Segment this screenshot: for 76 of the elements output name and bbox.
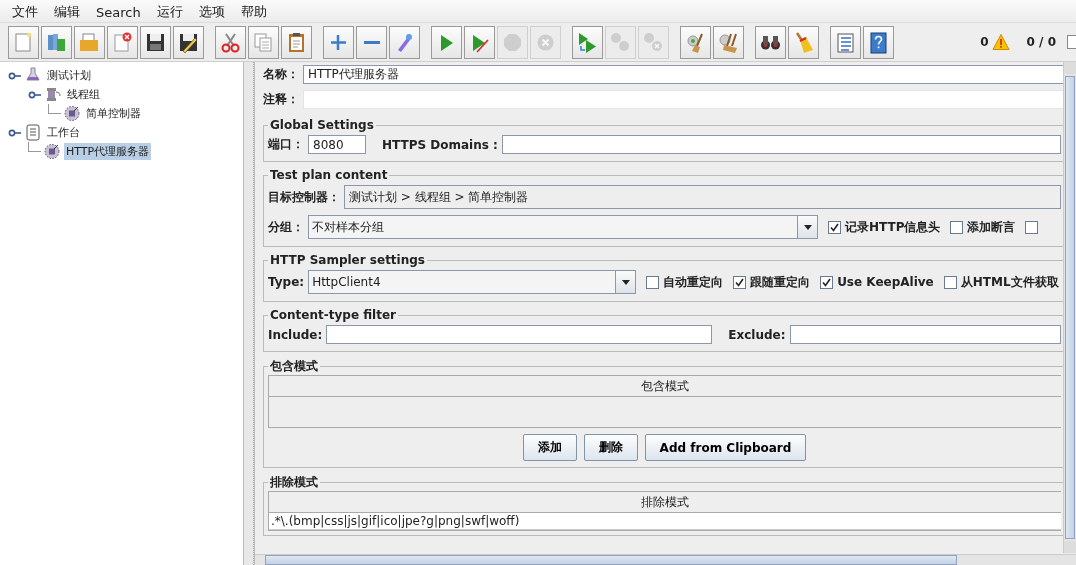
tree-item[interactable]: 简单控制器 (84, 105, 143, 122)
caret-icon (620, 277, 631, 287)
group-title: HTTP Sampler settings (269, 253, 426, 267)
error-count: 0 (980, 35, 989, 49)
controller-icon (44, 143, 61, 160)
tree-item[interactable]: HTTP代理服务器 (64, 143, 152, 160)
double-stop-icon (609, 30, 632, 54)
checkbox[interactable] (1025, 220, 1039, 234)
spool-icon (45, 86, 62, 103)
text-field[interactable] (326, 325, 713, 344)
field-label: 注释： (263, 91, 299, 108)
action-button[interactable]: 添加 (522, 434, 577, 461)
toolbar-button[interactable] (713, 25, 744, 59)
minus-icon (363, 40, 380, 44)
checked-checkbox[interactable] (828, 220, 841, 234)
flask-icon (25, 67, 42, 84)
double-play-icon (576, 30, 599, 54)
checkbox-label[interactable]: Use KeepAlive (837, 275, 934, 289)
field-label: 目标控制器： (268, 188, 340, 206)
text-field[interactable]: 测试计划 > 线程组 > 简单控制器 (344, 185, 1061, 209)
checkbox-label[interactable]: 自动重定向 (663, 273, 724, 291)
field-label: Include: (268, 327, 323, 342)
text-field[interactable] (789, 325, 1061, 344)
toolbar-button[interactable] (173, 25, 204, 59)
group-title: Test plan content (269, 168, 389, 182)
text-field[interactable] (501, 135, 1061, 154)
menu-item[interactable]: 帮助 (232, 1, 275, 21)
checkbox[interactable] (646, 275, 660, 289)
tree-item[interactable]: 工作台 (45, 124, 82, 141)
group-title: Content-type filter (269, 308, 397, 322)
double-cross-icon (642, 30, 665, 54)
checkbox[interactable] (950, 220, 964, 234)
field-label: 端口： (268, 136, 304, 153)
tree-item[interactable]: 线程组 (65, 86, 102, 103)
warning-icon (991, 33, 1010, 51)
toolbar-button[interactable] (755, 25, 786, 59)
list-icon (834, 30, 857, 54)
menu-item[interactable]: Search (88, 2, 149, 20)
dropdown[interactable]: 不对样本分组 (308, 215, 818, 239)
field-label: Type: (268, 275, 305, 289)
close-document-icon (111, 30, 134, 54)
thread-count: 0 / 0 (1026, 35, 1056, 49)
text-field[interactable]: 8080 (308, 135, 366, 154)
field-label: 名称： (263, 66, 299, 83)
checkbox-label[interactable]: 添加断言 (967, 218, 1016, 236)
edge-checkbox[interactable] (1067, 35, 1076, 49)
tree-item[interactable]: 测试计划 (45, 67, 93, 84)
dropdown[interactable]: HttpClient4 (308, 270, 637, 294)
vertical-scrollbar[interactable] (1063, 62, 1076, 553)
checked-checkbox[interactable] (820, 275, 834, 289)
checkbox-label[interactable]: 跟随重定向 (750, 273, 811, 291)
field-label: 分组： (268, 218, 304, 236)
controller-icon (64, 105, 81, 122)
horizontal-scrollbar[interactable] (255, 554, 1076, 565)
menu-item[interactable]: 选项 (190, 1, 233, 21)
group-title: Global Settings (269, 118, 375, 132)
notepad-icon (25, 124, 42, 141)
group-title: 包含模式 (269, 358, 319, 375)
action-button[interactable]: 删除 (583, 434, 638, 461)
menu-item[interactable]: 文件 (4, 1, 46, 21)
field-label: Exclude: (728, 327, 786, 342)
copy-icon (252, 30, 275, 54)
checkbox-label[interactable]: 记录HTTP信息头 (845, 218, 941, 236)
checked-checkbox[interactable] (733, 275, 747, 289)
checkbox-label[interactable]: 从HTML文件获取 (960, 273, 1059, 291)
table-cell[interactable]: .*\.(bmp|css|js|gif|ico|jpe?g|png|swf|woff) (269, 513, 1061, 530)
toolbar-button[interactable] (140, 25, 171, 59)
action-button[interactable]: Add from Clipboard (644, 434, 807, 461)
group-title: 排除模式 (269, 474, 319, 491)
menu-item[interactable]: 编辑 (46, 1, 88, 21)
menu-item[interactable]: 运行 (148, 1, 191, 21)
caret-icon (802, 222, 813, 232)
toolbar-button[interactable] (863, 25, 894, 59)
help-book-icon (867, 30, 890, 54)
field-label: HTTPS Domains : (382, 137, 498, 152)
checkbox[interactable] (943, 275, 957, 289)
